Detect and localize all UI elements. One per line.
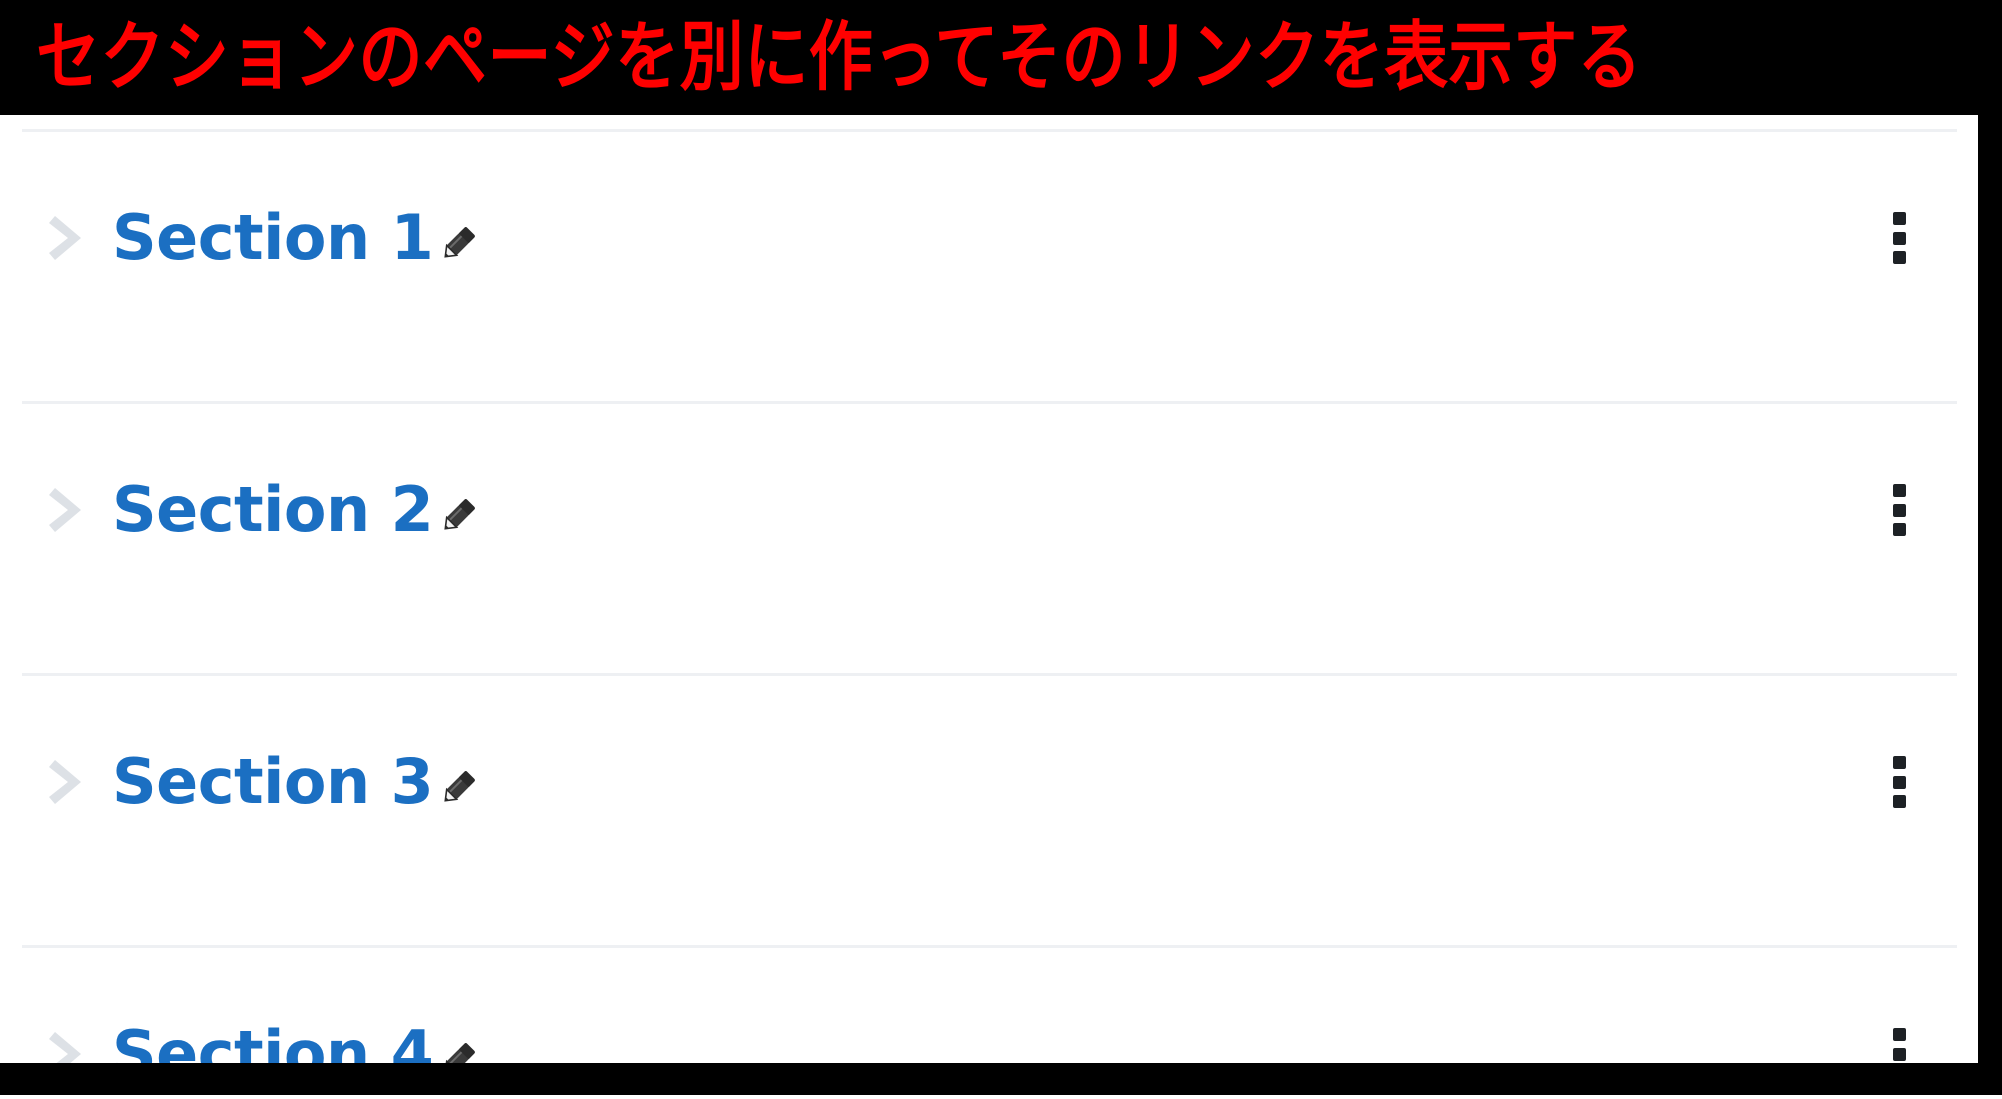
pencil-icon[interactable] bbox=[435, 765, 481, 811]
kebab-dot bbox=[1892, 756, 1906, 769]
section-title-link[interactable]: Section 1 bbox=[112, 207, 434, 269]
section-divider bbox=[22, 945, 1957, 948]
section-actions-menu-button[interactable] bbox=[1882, 210, 1916, 266]
section-title: Section 3 bbox=[112, 751, 481, 813]
section-divider bbox=[22, 673, 1957, 676]
pencil-icon[interactable] bbox=[435, 221, 481, 267]
chevron-right-icon[interactable] bbox=[44, 1024, 90, 1063]
course-section-row: Section 2 bbox=[0, 387, 1978, 659]
course-content-area: Section 1 Section 2 Section 3 Section 4 bbox=[0, 115, 1978, 1063]
section-title: Section 2 bbox=[112, 479, 481, 541]
kebab-dot bbox=[1892, 231, 1906, 245]
kebab-dot bbox=[1892, 795, 1906, 808]
screenshot-frame-bottom-strip bbox=[0, 1095, 2002, 1099]
chevron-right-icon[interactable] bbox=[44, 480, 90, 540]
section-header: Section 3 bbox=[0, 737, 1978, 827]
section-title-link[interactable]: Section 2 bbox=[112, 479, 434, 541]
section-title: Section 4 bbox=[112, 1023, 481, 1063]
section-actions-menu-button[interactable] bbox=[1882, 1026, 1916, 1063]
section-header: Section 4 bbox=[0, 1009, 1978, 1063]
course-section-list: Section 1 Section 2 Section 3 Section 4 bbox=[0, 115, 1978, 1063]
kebab-dot bbox=[1892, 775, 1906, 789]
screenshot-frame-right bbox=[1978, 0, 2002, 1095]
annotation-banner: セクションのページを別に作ってそのリンクを表示する bbox=[0, 0, 2002, 115]
pencil-icon[interactable] bbox=[435, 1037, 481, 1063]
kebab-dot bbox=[1892, 523, 1906, 536]
kebab-dot bbox=[1892, 212, 1906, 225]
kebab-dot bbox=[1892, 503, 1906, 517]
section-header: Section 2 bbox=[0, 465, 1978, 555]
course-section-row: Section 1 bbox=[0, 115, 1978, 387]
course-section-row: Section 4 bbox=[0, 931, 1978, 1063]
section-header: Section 1 bbox=[0, 193, 1978, 283]
kebab-dot bbox=[1892, 1028, 1906, 1041]
course-section-row: Section 3 bbox=[0, 659, 1978, 931]
section-divider bbox=[22, 129, 1957, 132]
kebab-dot bbox=[1892, 251, 1906, 264]
screenshot-frame-bottom bbox=[0, 1063, 2002, 1095]
section-actions-menu-button[interactable] bbox=[1882, 482, 1916, 538]
chevron-right-icon[interactable] bbox=[44, 752, 90, 812]
section-title-link[interactable]: Section 3 bbox=[112, 751, 434, 813]
annotation-banner-text: セクションのページを別に作ってそのリンクを表示する bbox=[36, 13, 1643, 102]
section-divider bbox=[22, 401, 1957, 404]
pencil-icon[interactable] bbox=[435, 493, 481, 539]
kebab-dot bbox=[1892, 484, 1906, 497]
section-title: Section 1 bbox=[112, 207, 481, 269]
section-actions-menu-button[interactable] bbox=[1882, 754, 1916, 810]
section-title-link[interactable]: Section 4 bbox=[112, 1023, 434, 1064]
kebab-dot bbox=[1892, 1047, 1906, 1061]
chevron-right-icon[interactable] bbox=[44, 208, 90, 268]
